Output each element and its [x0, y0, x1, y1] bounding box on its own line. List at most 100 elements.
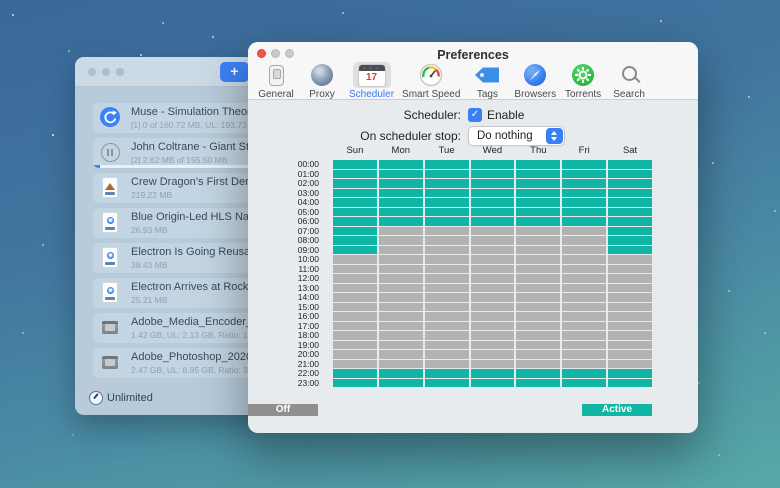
schedule-cell[interactable] [379, 331, 423, 340]
schedule-cell[interactable] [333, 189, 377, 198]
toolbar-item-browsers[interactable]: Browsers [510, 62, 560, 100]
schedule-cell[interactable] [471, 312, 515, 321]
schedule-cell[interactable] [425, 170, 469, 179]
schedule-cell[interactable] [608, 246, 652, 255]
schedule-cell[interactable] [562, 369, 606, 378]
schedule-cell[interactable] [471, 198, 515, 207]
close-button[interactable] [257, 49, 266, 58]
schedule-cell[interactable] [425, 331, 469, 340]
schedule-cell[interactable] [608, 341, 652, 350]
schedule-cell[interactable] [425, 208, 469, 217]
schedule-cell[interactable] [333, 227, 377, 236]
schedule-cell[interactable] [425, 360, 469, 369]
toolbar-item-smart-speed[interactable]: Smart Speed [398, 62, 464, 100]
schedule-cell[interactable] [379, 179, 423, 188]
schedule-cell[interactable] [516, 350, 560, 359]
schedule-cell[interactable] [608, 255, 652, 264]
schedule-cell[interactable] [471, 379, 515, 388]
schedule-cell[interactable] [562, 322, 606, 331]
schedule-cell[interactable] [333, 350, 377, 359]
schedule-cell[interactable] [333, 303, 377, 312]
schedule-cell[interactable] [608, 236, 652, 245]
schedule-cell[interactable] [471, 170, 515, 179]
schedule-cell[interactable] [333, 379, 377, 388]
schedule-cell[interactable] [333, 284, 377, 293]
on-scheduler-stop-select[interactable]: Do nothing [468, 126, 565, 146]
schedule-cell[interactable] [425, 312, 469, 321]
schedule-cell[interactable] [471, 303, 515, 312]
schedule-cell[interactable] [333, 198, 377, 207]
toolbar-item-search[interactable]: Search [606, 62, 652, 100]
schedule-cell[interactable] [516, 303, 560, 312]
schedule-cell[interactable] [516, 369, 560, 378]
schedule-cell[interactable] [333, 160, 377, 169]
torrent-item[interactable]: Blue Origin-Led HLS Nation26.93 MB [93, 208, 268, 238]
schedule-cell[interactable] [471, 179, 515, 188]
schedule-cell[interactable] [608, 179, 652, 188]
schedule-cell[interactable] [516, 255, 560, 264]
torrent-item[interactable]: Muse - Simulation Theory (I[1] 0 of 160.… [93, 103, 268, 133]
zoom-button[interactable] [285, 49, 294, 58]
schedule-cell[interactable] [425, 198, 469, 207]
schedule-cell[interactable] [425, 379, 469, 388]
close-button[interactable] [88, 68, 96, 76]
schedule-cell[interactable] [471, 341, 515, 350]
schedule-cell[interactable] [608, 274, 652, 283]
schedule-cell[interactable] [333, 246, 377, 255]
schedule-cell[interactable] [333, 265, 377, 274]
schedule-cell[interactable] [379, 322, 423, 331]
schedule-cell[interactable] [516, 208, 560, 217]
schedule-cell[interactable] [608, 265, 652, 274]
toolbar-item-scheduler[interactable]: • • •17Scheduler [345, 62, 398, 100]
schedule-cell[interactable] [562, 265, 606, 274]
torrent-item[interactable]: Adobe_Photoshop_2020_v2.47 GB, UL: 8.95 … [93, 348, 268, 378]
schedule-cell[interactable] [379, 227, 423, 236]
schedule-cell[interactable] [425, 350, 469, 359]
schedule-cell[interactable] [471, 274, 515, 283]
schedule-cell[interactable] [471, 160, 515, 169]
schedule-cell[interactable] [516, 246, 560, 255]
schedule-cell[interactable] [562, 312, 606, 321]
schedule-cell[interactable] [608, 369, 652, 378]
schedule-cell[interactable] [379, 369, 423, 378]
schedule-cell[interactable] [562, 360, 606, 369]
schedule-cell[interactable] [379, 265, 423, 274]
schedule-cell[interactable] [425, 236, 469, 245]
schedule-cell[interactable] [333, 208, 377, 217]
schedule-cell[interactable] [425, 160, 469, 169]
schedule-cell[interactable] [333, 293, 377, 302]
schedule-cell[interactable] [333, 217, 377, 226]
schedule-cell[interactable] [516, 189, 560, 198]
torrent-item[interactable]: Electron Arrives at Rocket L25.21 MB [93, 278, 268, 308]
schedule-cell[interactable] [562, 198, 606, 207]
schedule-cell[interactable] [562, 179, 606, 188]
schedule-cell[interactable] [471, 255, 515, 264]
schedule-cell[interactable] [608, 217, 652, 226]
schedule-cell[interactable] [608, 208, 652, 217]
schedule-cell[interactable] [471, 293, 515, 302]
schedule-cell[interactable] [562, 274, 606, 283]
schedule-cell[interactable] [608, 312, 652, 321]
schedule-cell[interactable] [425, 255, 469, 264]
schedule-cell[interactable] [516, 236, 560, 245]
schedule-cell[interactable] [608, 360, 652, 369]
schedule-cell[interactable] [379, 189, 423, 198]
torrent-item[interactable]: Crew Dragon’s First Demon219.22 MB [93, 173, 268, 203]
schedule-cell[interactable] [562, 293, 606, 302]
schedule-cell[interactable] [379, 350, 423, 359]
schedule-cell[interactable] [608, 322, 652, 331]
schedule-cell[interactable] [516, 312, 560, 321]
schedule-cell[interactable] [608, 227, 652, 236]
schedule-cell[interactable] [379, 274, 423, 283]
schedule-cell[interactable] [608, 189, 652, 198]
schedule-cell[interactable] [471, 246, 515, 255]
schedule-cell[interactable] [608, 293, 652, 302]
schedule-cell[interactable] [562, 303, 606, 312]
schedule-cell[interactable] [516, 284, 560, 293]
schedule-cell[interactable] [516, 360, 560, 369]
schedule-cell[interactable] [333, 170, 377, 179]
schedule-cell[interactable] [562, 284, 606, 293]
schedule-cell[interactable] [379, 217, 423, 226]
add-torrent-button[interactable]: + [220, 62, 249, 82]
schedule-cell[interactable] [471, 236, 515, 245]
